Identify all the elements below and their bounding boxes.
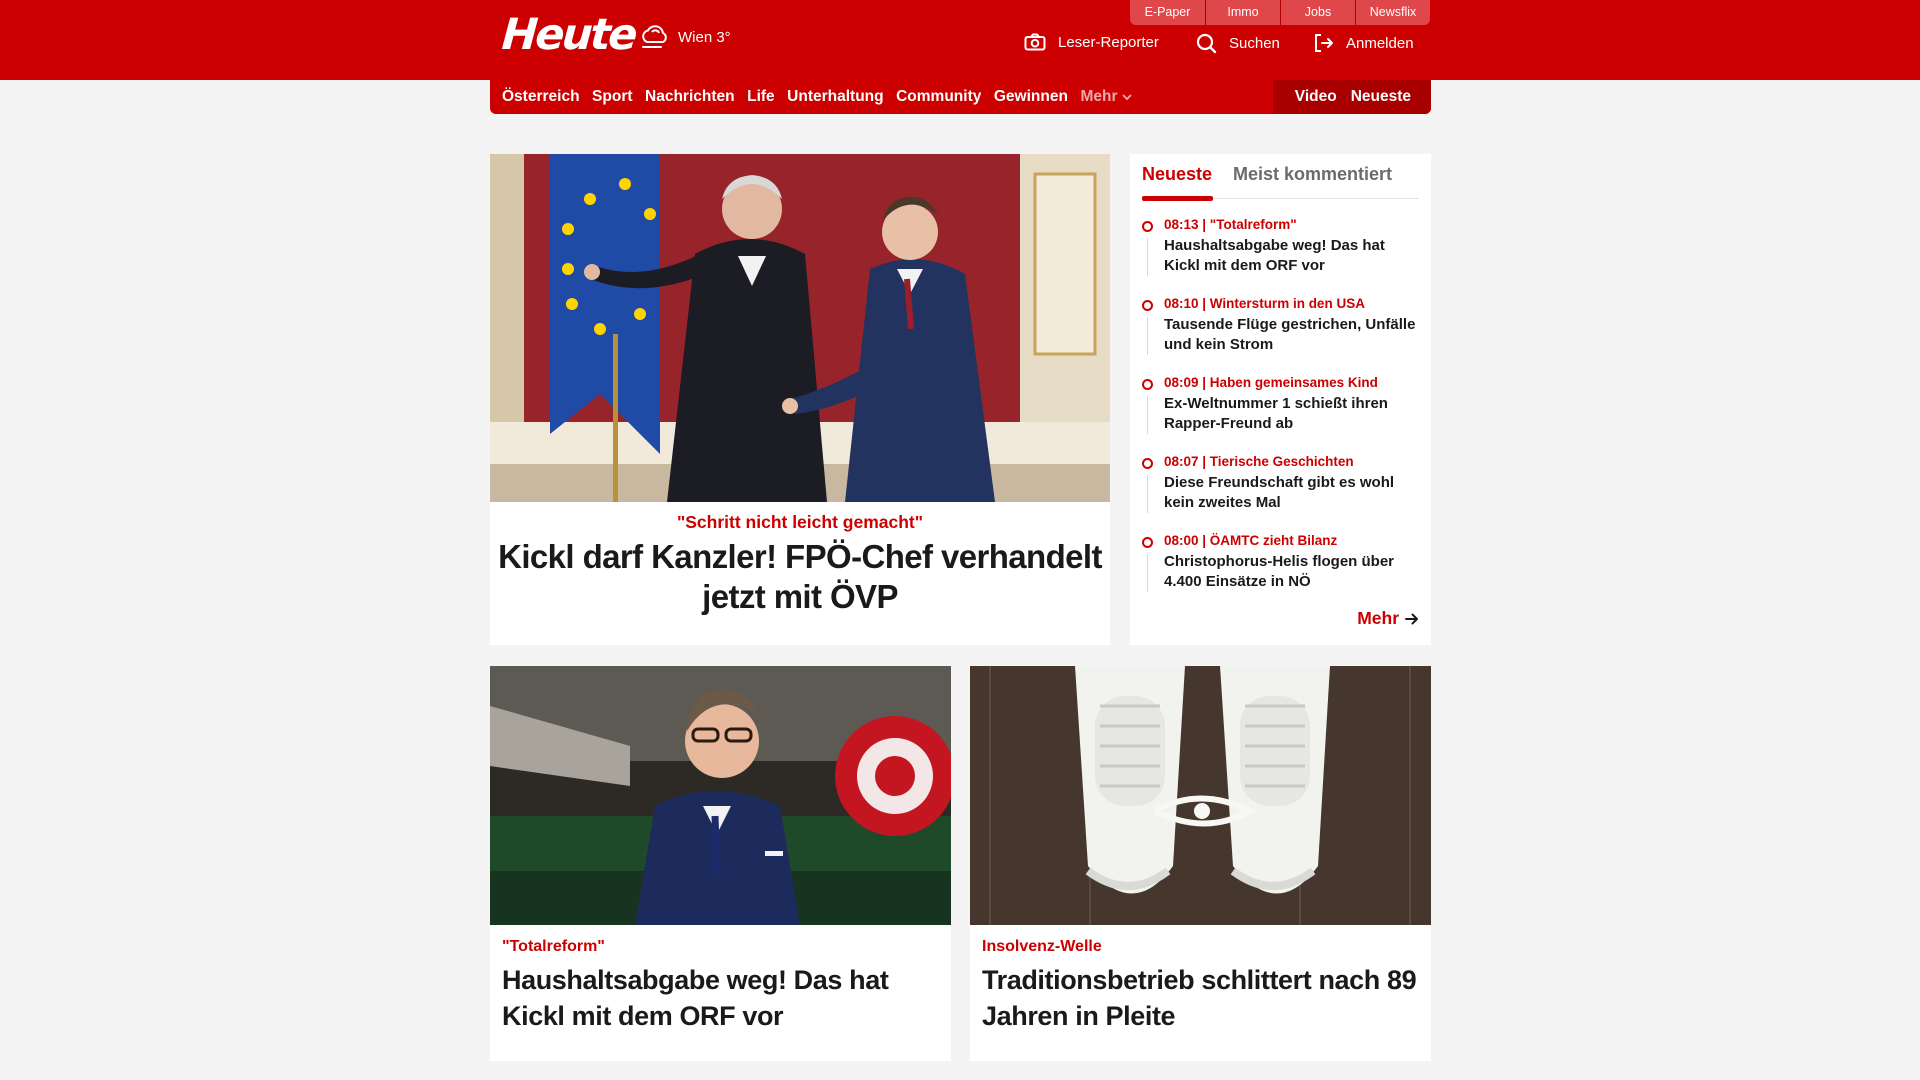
search-button[interactable]: Suchen <box>1196 33 1280 54</box>
article-card-image[interactable] <box>490 666 951 925</box>
arrow-right-icon <box>1405 613 1418 624</box>
site-header: E-Paper Immo Jobs Newsflix Heute Wien 3°… <box>0 0 1920 80</box>
timeline-dot <box>1142 300 1153 311</box>
timeline-dot <box>1142 537 1153 548</box>
feed-item[interactable]: 08:13 | "Totalreform" Haushaltsabgabe we… <box>1142 216 1422 295</box>
login-label: Anmelden <box>1346 34 1414 52</box>
latest-sidebar: Neueste Meist kommentiert 08:13 | "Total… <box>1130 154 1431 645</box>
top-link-immo[interactable]: Immo <box>1205 0 1280 25</box>
weather-widget[interactable]: Wien 3° <box>638 24 731 50</box>
nav-video-link[interactable]: Video <box>1295 88 1337 106</box>
site-logo[interactable]: Heute <box>500 10 636 60</box>
nav-item-life[interactable]: Life <box>747 88 775 106</box>
timeline-dot <box>1142 458 1153 469</box>
timeline-line <box>1147 396 1148 434</box>
timeline-line <box>1147 554 1148 592</box>
feed-item-meta: 08:09 | Haben gemeinsames Kind <box>1164 375 1378 390</box>
feed-item[interactable]: 08:00 | ÖAMTC zieht Bilanz Christophorus… <box>1142 532 1422 611</box>
article-card-headline[interactable]: Haushaltsabgabe weg! Das hat Kickl mit d… <box>502 962 942 1034</box>
timeline-dot <box>1142 221 1153 232</box>
feed-item-title[interactable]: Diese Freundschaft gibt es wohl kein zwe… <box>1164 473 1422 513</box>
nav-item-gewinnen[interactable]: Gewinnen <box>994 88 1068 106</box>
sidebar-more-link[interactable]: Mehr <box>1357 608 1419 629</box>
article-card[interactable]: "Totalreform" Haushaltsabgabe weg! Das h… <box>490 666 951 1061</box>
nav-item-sport[interactable]: Sport <box>592 88 632 106</box>
weather-text: Wien 3° <box>678 28 731 46</box>
nav-more-dropdown[interactable]: Mehr <box>1080 88 1133 106</box>
tab-meist-kommentiert[interactable]: Meist kommentiert <box>1233 164 1392 185</box>
feed-item-meta: 08:07 | Tierische Geschichten <box>1164 454 1354 469</box>
sidebar-more-label: Mehr <box>1357 608 1399 628</box>
top-link-newsflix[interactable]: Newsflix <box>1355 0 1430 25</box>
feed-item-meta: 08:00 | ÖAMTC zieht Bilanz <box>1164 533 1338 548</box>
feed-item-title[interactable]: Ex-Weltnummer 1 schießt ihren Rapper-Fre… <box>1164 394 1422 434</box>
feed-item-meta: 08:10 | Wintersturm in den USA <box>1164 296 1365 311</box>
article-card[interactable]: Insolvenz-Welle Traditionsbetrieb schlit… <box>970 666 1431 1061</box>
article-card-image[interactable] <box>970 666 1431 925</box>
feed-item-meta: 08:13 | "Totalreform" <box>1164 217 1297 232</box>
top-link-jobs[interactable]: Jobs <box>1280 0 1355 25</box>
nav-right-group: Video Neueste <box>1273 80 1431 114</box>
hero-image[interactable] <box>490 154 1110 502</box>
nav-item-community[interactable]: Community <box>896 88 981 106</box>
timeline-line <box>1147 475 1148 513</box>
login-icon <box>1315 34 1333 52</box>
hero-kicker: "Schritt nicht leicht gemacht" <box>676 512 924 532</box>
hero-headline[interactable]: Kickl darf Kanzler! FPÖ-Chef verhandelt … <box>490 537 1110 617</box>
feed-item-title[interactable]: Christophorus-Helis flogen über 4.400 Ei… <box>1164 552 1422 592</box>
feed-item[interactable]: 08:09 | Haben gemeinsames Kind Ex-Weltnu… <box>1142 374 1422 453</box>
login-button[interactable]: Anmelden <box>1313 33 1414 53</box>
search-icon <box>1196 33 1217 54</box>
weather-cloud-icon <box>642 25 667 48</box>
article-card-headline[interactable]: Traditionsbetrieb schlittert nach 89 Jah… <box>982 962 1422 1034</box>
timeline-dot <box>1142 379 1153 390</box>
top-links: E-Paper Immo Jobs Newsflix <box>1130 0 1430 25</box>
nav-latest-link[interactable]: Neueste <box>1351 88 1411 106</box>
search-label: Suchen <box>1229 35 1280 52</box>
feed-item-title[interactable]: Tausende Flüge gestrichen, Unfälle und k… <box>1164 315 1422 355</box>
feed-item[interactable]: 08:10 | Wintersturm in den USA Tausende … <box>1142 295 1422 374</box>
reporter-button[interactable]: Leser-Reporter <box>1024 33 1159 51</box>
timeline-line <box>1147 238 1148 276</box>
nav-item-oesterreich[interactable]: Österreich <box>502 88 580 106</box>
sidebar-tabs: Neueste Meist kommentiert <box>1142 154 1419 201</box>
feed-item[interactable]: 08:07 | Tierische Geschichten Diese Freu… <box>1142 453 1422 532</box>
tab-neueste[interactable]: Neueste <box>1142 164 1214 201</box>
feed-item-title[interactable]: Haushaltsabgabe weg! Das hat Kickl mit d… <box>1164 236 1422 276</box>
timeline-line <box>1147 317 1148 355</box>
nav-more-label: Mehr <box>1080 88 1118 105</box>
nav-item-unterhaltung[interactable]: Unterhaltung <box>787 88 883 106</box>
reporter-label: Leser-Reporter <box>1058 33 1159 51</box>
news-feed: 08:13 | "Totalreform" Haushaltsabgabe we… <box>1142 216 1422 611</box>
article-card-kicker: Insolvenz-Welle <box>982 938 1102 955</box>
top-link-epaper[interactable]: E-Paper <box>1130 0 1205 25</box>
nav-item-nachrichten[interactable]: Nachrichten <box>645 88 735 106</box>
article-card-kicker: "Totalreform" <box>502 938 605 955</box>
main-nav: Österreich Sport Nachrichten Life Unterh… <box>490 80 1431 114</box>
chevron-down-icon <box>1122 93 1133 100</box>
hero-article[interactable]: "Schritt nicht leicht gemacht" Kickl dar… <box>490 154 1110 645</box>
camera-icon <box>1024 33 1046 51</box>
